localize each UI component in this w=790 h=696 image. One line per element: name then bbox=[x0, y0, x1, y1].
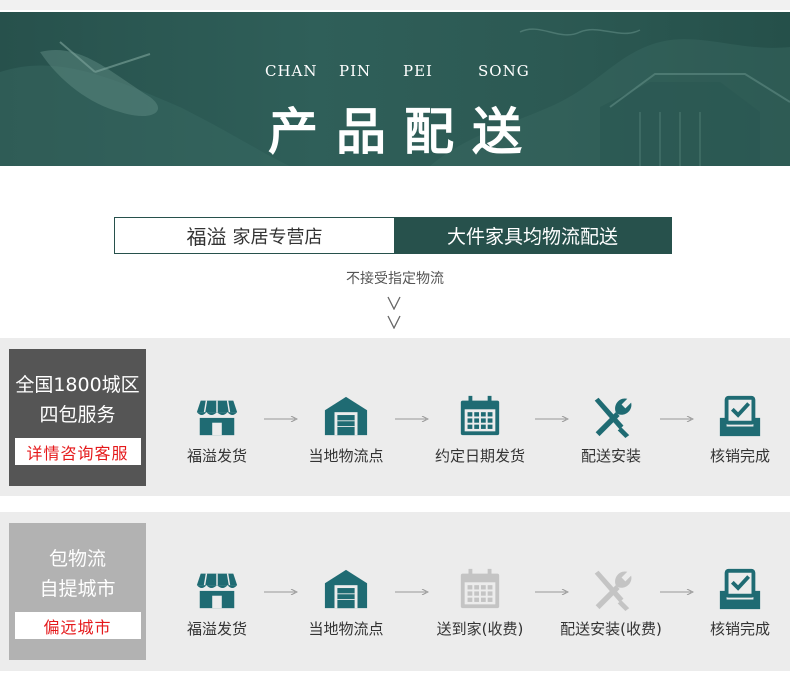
side-line1: 全国1800城区 bbox=[15, 374, 140, 396]
chevron-down-icon bbox=[387, 296, 401, 310]
process-step: 福溢发货 bbox=[157, 393, 277, 466]
store-name: 福溢 家居专营店 bbox=[115, 218, 394, 253]
logistics-note: 大件家具均物流配送 bbox=[394, 218, 671, 253]
step-label: 约定日期发货 bbox=[434, 447, 525, 465]
brand-name: 福溢 bbox=[186, 225, 227, 249]
warehouse-icon bbox=[324, 396, 368, 436]
arrow-right-icon bbox=[660, 589, 694, 595]
arrow-right-icon bbox=[395, 589, 429, 595]
arrow-right-icon bbox=[264, 589, 298, 595]
process-step: 配送安装 bbox=[551, 393, 671, 466]
contact-service-button[interactable]: 详情咨询客服 bbox=[14, 438, 141, 465]
pinyin-chan: CHAN bbox=[265, 62, 318, 80]
calendar-icon bbox=[460, 568, 500, 609]
arrow-right-icon bbox=[535, 416, 569, 422]
process-step: 核销完成 bbox=[680, 566, 790, 639]
pinyin-song: SONG bbox=[478, 62, 530, 80]
no-specified-logistics-note: 不接受指定物流 bbox=[346, 271, 444, 287]
chevron-down-icon bbox=[387, 315, 401, 329]
top-strip bbox=[0, 0, 790, 10]
store-icon bbox=[196, 400, 238, 436]
page-title: 产品配送 bbox=[268, 102, 540, 161]
side-line2: 自提城市 bbox=[39, 578, 116, 600]
checkbox-tray-icon bbox=[719, 568, 761, 610]
remote-city-button[interactable]: 偏远城市 bbox=[14, 612, 141, 639]
pickup-service-box: 包物流 自提城市 偏远城市 bbox=[9, 523, 146, 660]
banner: CHAN PIN PEI SONG 产品配送 bbox=[0, 12, 790, 166]
step-label: 核销完成 bbox=[709, 620, 770, 638]
step-label: 核销完成 bbox=[709, 447, 770, 465]
arrow-right-icon bbox=[535, 589, 569, 595]
step-label: 送到家(收费) bbox=[436, 620, 524, 638]
process-step: 配送安装(收费) bbox=[551, 566, 671, 639]
step-label: 福溢发货 bbox=[186, 447, 247, 465]
process-step: 当地物流点 bbox=[286, 393, 406, 466]
shipping-tag: 福溢 家居专营店 大件家具均物流配送 bbox=[114, 217, 672, 254]
store-type: 家居专营店 bbox=[232, 226, 323, 248]
arrow-right-icon bbox=[395, 416, 429, 422]
pinyin-pei: PEI bbox=[403, 62, 433, 80]
step-label: 福溢发货 bbox=[186, 620, 247, 638]
warehouse-icon bbox=[324, 569, 368, 609]
checkbox-tray-icon bbox=[719, 395, 761, 437]
store-icon bbox=[196, 573, 238, 609]
pinyin-pin: PIN bbox=[339, 62, 372, 80]
arrow-right-icon bbox=[264, 416, 298, 422]
tools-icon bbox=[594, 570, 632, 612]
side-line1: 包物流 bbox=[48, 548, 106, 570]
side-line2: 四包服务 bbox=[39, 404, 116, 426]
process-step: 福溢发货 bbox=[157, 566, 277, 639]
process-step: 当地物流点 bbox=[286, 566, 406, 639]
step-label: 配送安装(收费) bbox=[560, 620, 662, 638]
process-step: 核销完成 bbox=[680, 393, 790, 466]
step-label: 配送安装 bbox=[580, 447, 641, 465]
process-step: 约定日期发货 bbox=[420, 393, 540, 466]
tools-icon bbox=[594, 397, 632, 439]
step-label: 当地物流点 bbox=[308, 447, 384, 465]
calendar-icon bbox=[460, 395, 500, 436]
process-step: 送到家(收费) bbox=[420, 566, 540, 639]
arrow-right-icon bbox=[660, 416, 694, 422]
step-label: 当地物流点 bbox=[308, 620, 384, 638]
nationwide-service-box: 全国1800城区 四包服务 详情咨询客服 bbox=[9, 349, 146, 486]
